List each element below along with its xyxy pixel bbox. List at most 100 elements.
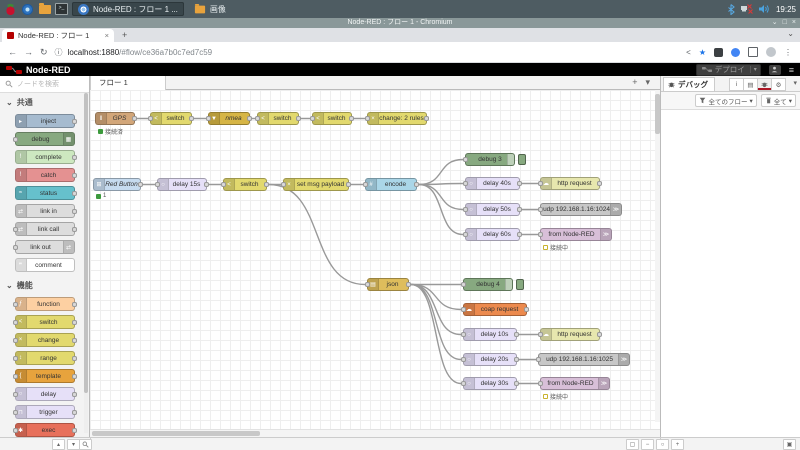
input-port[interactable] [536,357,541,362]
palette-node-link-call[interactable]: ⇄link call [15,222,75,236]
input-port[interactable] [461,381,466,386]
output-port[interactable] [517,207,522,212]
flow-node-d15[interactable]: ○delay 15s [157,178,207,191]
config-tab-button[interactable]: ⚙ [771,78,786,91]
input-port[interactable] [281,182,286,187]
web-browser-icon[interactable] [21,3,34,16]
flow-node-gps[interactable]: ‖GPS [95,112,135,125]
input-port[interactable] [461,307,466,312]
output-port[interactable] [406,282,411,287]
deploy-caret-icon[interactable]: ▾ [750,66,760,73]
output-port[interactable] [189,116,194,121]
debug-enable-toggle[interactable] [516,279,524,290]
window-maximize-icon[interactable]: □ [783,18,787,28]
forward-icon[interactable]: → [24,47,33,57]
palette-node-trigger[interactable]: ⊓trigger [15,405,75,419]
input-port[interactable] [206,116,211,121]
flow-node-sw4[interactable]: <switch [223,178,267,191]
flow-node-http2[interactable]: ☁http request [540,328,600,341]
input-port[interactable] [463,157,468,162]
window-close-icon[interactable]: × [792,18,796,28]
debug-clear-dropdown[interactable]: 全て ▾ [761,94,796,107]
output-port[interactable] [597,332,602,337]
palette-node-link-out[interactable]: ⇄link out [15,240,75,254]
palette-node-link-in[interactable]: ⇄link in [15,204,75,218]
flow-node-chg1[interactable]: ×change: 2 rules [367,112,427,125]
palette-node-exec[interactable]: ✱exec [15,423,75,437]
flow-node-dbg4[interactable]: debug 4 [463,278,513,291]
new-tab-button[interactable]: + [122,30,127,41]
main-menu-hamburger-icon[interactable]: ≡ [789,65,794,75]
back-icon[interactable]: ← [8,47,17,57]
output-port[interactable] [514,381,519,386]
flow-node-coap[interactable]: ☁coap request [463,303,527,316]
input-port[interactable] [365,282,370,287]
output-port[interactable] [524,307,529,312]
zoom-in-button[interactable]: + [671,439,684,450]
browser-profile-avatar[interactable] [766,47,776,57]
flow-node-http1[interactable]: ☁http request [540,177,600,190]
input-port[interactable] [363,182,368,187]
output-port[interactable] [514,357,519,362]
output-port[interactable] [132,116,137,121]
fit-view-button[interactable]: ▢ [626,439,639,450]
bluetooth-icon[interactable] [727,4,735,15]
output-port[interactable] [349,116,354,121]
flow-list-chevron-icon[interactable]: ▾ [645,77,650,88]
network-disconnected-icon[interactable] [741,4,753,14]
flow-node-btn[interactable]: ⊞Red Button [93,178,141,191]
output-port[interactable] [424,116,429,121]
canvas-horizontal-scrollbar[interactable] [90,429,660,437]
tab-close-icon[interactable]: × [105,31,109,40]
input-port[interactable] [463,207,468,212]
debug-enable-toggle[interactable] [518,154,526,165]
collapse-categories-button[interactable]: ▴ [52,439,65,450]
flow-node-d60[interactable]: ○delay 60s [465,228,520,241]
output-port[interactable] [138,182,143,187]
debug-tab-button[interactable] [757,78,772,91]
input-port[interactable] [365,116,370,121]
palette-node-status[interactable]: ≈status [15,186,75,200]
output-port[interactable] [296,116,301,121]
input-port[interactable] [538,232,543,237]
input-port[interactable] [461,357,466,362]
palette-node-template[interactable]: {template [15,369,75,383]
reload-icon[interactable]: ↻ [40,47,48,58]
input-port[interactable] [463,232,468,237]
output-port[interactable] [414,182,419,187]
terminal-icon[interactable]: >_ [55,3,68,16]
palette-node-debug[interactable]: ▦debug [15,132,75,146]
palette-category-header[interactable]: ⌄共通 [0,93,89,110]
palette-node-comment[interactable]: ❞comment [15,258,75,272]
debug-filter-flows-dropdown[interactable]: 全てのフロー ▾ [695,94,756,107]
input-port[interactable] [538,381,543,386]
input-port[interactable] [155,182,160,187]
info-tab-button[interactable]: i [729,78,744,91]
window-minimize-icon[interactable]: ⌄ [772,18,778,28]
output-port[interactable] [517,181,522,186]
flow-canvas[interactable]: ‖GPS接続済<switch▼nmea<switch<switch×change… [90,90,660,437]
palette-node-function[interactable]: ƒfunction [15,297,75,311]
palette-node-complete[interactable]: !complete [15,150,75,164]
flow-node-json[interactable]: ▤json [367,278,409,291]
output-port[interactable] [597,181,602,186]
browser-menu-kebab-icon[interactable]: ⋮ [784,48,792,57]
input-port[interactable] [463,181,468,186]
input-port[interactable] [255,116,260,121]
deploy-button[interactable]: デプロイ ▾ [696,64,761,76]
url-field[interactable]: ⓘ localhost:1880/#flow/ce36a7b0c7ed7c59 [55,47,213,58]
output-port[interactable] [247,116,252,121]
flow-node-setmsg[interactable]: ×set msg payload [283,178,349,191]
browser-tab[interactable]: Node-RED : フロー 1 × [2,29,114,42]
file-manager-icon[interactable] [38,3,51,16]
extension-profile-icon[interactable] [731,48,740,57]
input-port[interactable] [461,332,466,337]
flow-node-dbg3[interactable]: debug 3 [465,153,515,166]
input-port[interactable] [310,116,315,121]
palette-node-switch[interactable]: <switch [15,315,75,329]
palette-node-delay[interactable]: ○delay [15,387,75,401]
flow-node-ws1[interactable]: ≫from Node-RED [540,228,612,241]
add-flow-button[interactable]: + [632,77,637,88]
user-button[interactable] [769,65,781,75]
bookmark-star-icon[interactable]: ★ [699,48,706,57]
